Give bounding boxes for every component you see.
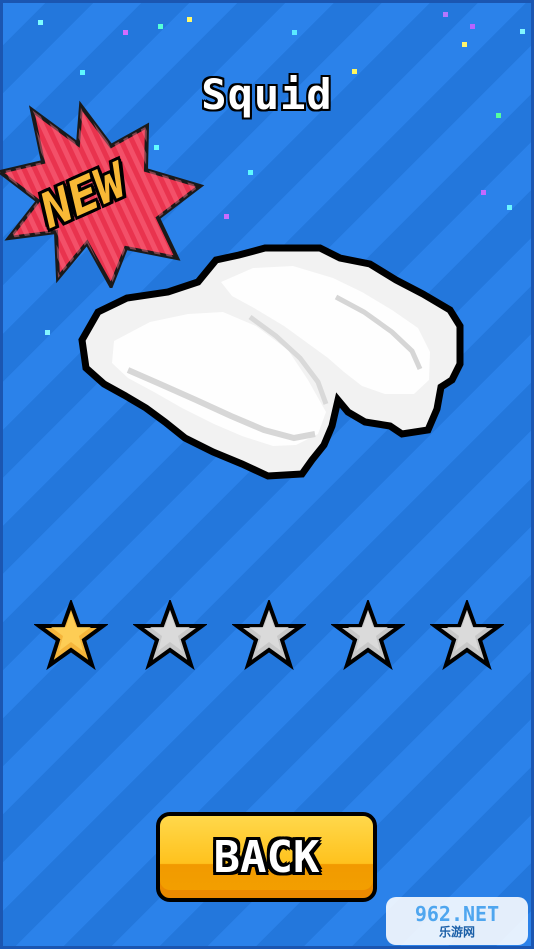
white-cloth-item-icon (78, 244, 464, 480)
site-watermark: 962.NET 乐游网 (386, 897, 528, 945)
confetti-piece (224, 214, 229, 219)
star-empty-icon (331, 600, 405, 671)
watermark-line-1: 962.NET (414, 902, 500, 926)
star-filled-icon (34, 600, 108, 671)
star-empty-icon (430, 600, 504, 671)
confetti-piece (520, 29, 525, 34)
confetti-piece (507, 205, 512, 210)
confetti-piece (38, 20, 43, 25)
confetti-piece (292, 30, 297, 35)
back-button[interactable]: BACK (156, 812, 377, 902)
confetti-piece (248, 170, 253, 175)
star-empty-icon (232, 600, 306, 671)
confetti-piece (481, 190, 486, 195)
star-empty-icon (133, 600, 207, 671)
confetti-piece (45, 330, 50, 335)
confetti-piece (158, 24, 163, 29)
watermark-line-2: 乐游网 (438, 925, 475, 939)
game-screen: Squid NEW BACK 962.NET 乐游网 (0, 0, 534, 949)
confetti-piece (187, 17, 192, 22)
confetti-piece (462, 42, 467, 47)
rating-stars (34, 600, 504, 674)
confetti-piece (470, 24, 475, 29)
confetti-piece (443, 12, 448, 17)
confetti-piece (123, 30, 128, 35)
